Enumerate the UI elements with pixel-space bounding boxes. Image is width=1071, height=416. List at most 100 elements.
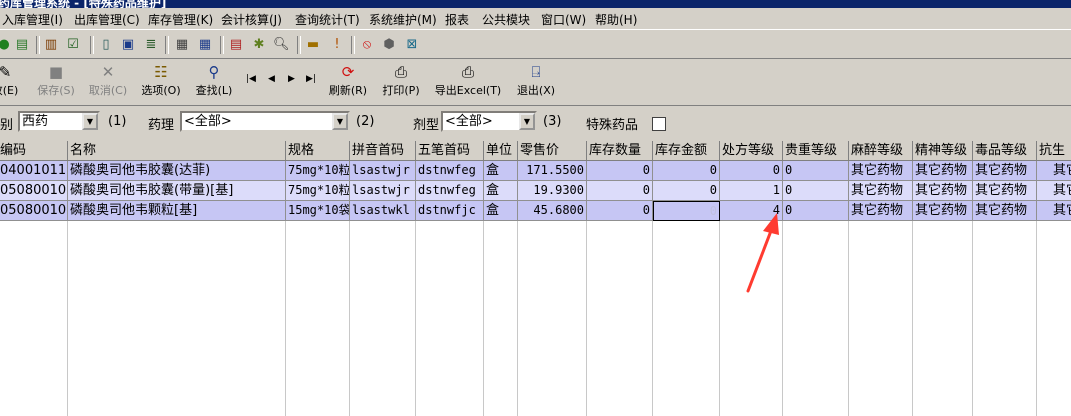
cell-antibiotic[interactable]: 其它 <box>1037 161 1071 181</box>
cell-toxic[interactable]: 其它药物 <box>973 201 1037 221</box>
cell-name[interactable]: 磷酸奥司他韦颗粒[基] <box>68 201 286 221</box>
cell-unit[interactable]: 盒 <box>484 181 518 201</box>
cell-antibiotic[interactable]: 其它 <box>1037 181 1071 201</box>
cell-stock-amount[interactable]: 0 <box>653 181 720 201</box>
cell-narcotic[interactable]: 其它药物 <box>849 201 913 221</box>
cell-spec[interactable]: 75mg*10粒 <box>286 161 350 181</box>
notebook-icon[interactable]: ▥ <box>43 37 59 53</box>
document-arrow-icon[interactable]: ▤ <box>14 37 30 53</box>
cancel-button[interactable]: ✕ 取消(C) <box>86 62 130 102</box>
cell-antibiotic[interactable]: 其它 <box>1037 201 1071 221</box>
form-icon[interactable]: ▣ <box>120 37 136 53</box>
cell-value-level[interactable]: 0 <box>783 201 849 221</box>
cell-stock-amount[interactable]: 0 <box>653 161 720 181</box>
next-record-icon[interactable]: ▶ <box>288 74 295 84</box>
cell-wubi[interactable]: dstnwfeg <box>416 181 484 201</box>
print-button[interactable]: ⎙ 打印(P) <box>379 62 423 102</box>
list-icon[interactable]: ≣ <box>143 37 159 53</box>
cell-stock-qty[interactable]: 0 <box>587 181 653 201</box>
save-button[interactable]: ■ 保存(S) <box>34 62 78 102</box>
col-header-psych[interactable]: 精神等级 <box>913 141 973 161</box>
thermometer-icon[interactable]: ! <box>329 37 345 53</box>
col-header-value-level[interactable]: 贵重等级 <box>783 141 849 161</box>
cell-rx-level[interactable]: 1 <box>720 181 783 201</box>
cell-stock-qty[interactable]: 0 <box>587 161 653 181</box>
first-record-icon[interactable]: |◀ <box>246 74 256 84</box>
report-icon[interactable]: ▦ <box>174 37 190 53</box>
prev-record-icon[interactable]: ◀ <box>268 74 275 84</box>
menu-query[interactable]: 查询统计(T) <box>295 11 360 28</box>
cell-name[interactable]: 磷酸奥司他韦胶囊(达菲) <box>68 161 286 181</box>
bug-icon[interactable]: ✱ <box>251 37 267 53</box>
menu-accounting[interactable]: 会计核算(J) <box>221 11 282 28</box>
green-circle-icon[interactable]: ● <box>0 37 12 53</box>
cell-pinyin[interactable]: lsastwkl <box>350 201 416 221</box>
close-box-icon[interactable]: ⊠ <box>404 37 420 53</box>
cell-price[interactable]: 45.6800 <box>518 201 587 221</box>
col-header-wubi[interactable]: 五笔首码 <box>416 141 484 161</box>
checkbox-icon[interactable]: ☑ <box>65 37 81 53</box>
menu-system[interactable]: 系统维护(M) <box>369 11 437 28</box>
refresh-button[interactable]: ⟳ 刷新(R) <box>326 62 370 102</box>
stop-icon[interactable]: ⦸ <box>359 37 375 53</box>
cell-price[interactable]: 19.9300 <box>518 181 587 201</box>
magnifier-icon[interactable]: 🔍︎ <box>273 37 290 53</box>
exit-button[interactable]: ⍈ 退出(X) <box>514 62 558 102</box>
col-header-unit[interactable]: 单位 <box>484 141 518 161</box>
cell-pinyin[interactable]: lsastwjr <box>350 181 416 201</box>
col-header-spec[interactable]: 规格 <box>286 141 350 161</box>
menu-inbound[interactable]: 入库管理(I) <box>2 11 63 28</box>
col-header-stock-qty[interactable]: 库存数量 <box>587 141 653 161</box>
col-header-antibiotic[interactable]: 抗生 <box>1037 141 1071 161</box>
cell-wubi[interactable]: dstnwfeg <box>416 161 484 181</box>
cell-value-level[interactable]: 0 <box>783 161 849 181</box>
cell-unit[interactable]: 盒 <box>484 161 518 181</box>
cell-spec[interactable]: 15mg*10袋 <box>286 201 350 221</box>
options-button[interactable]: ☷ 选项(O) <box>139 62 183 102</box>
calendar-icon[interactable]: ▤ <box>228 37 244 53</box>
cell-stock-amount-focused[interactable]: 0 <box>653 201 720 221</box>
folder-icon[interactable]: ▬ <box>305 37 321 53</box>
col-header-name[interactable]: 名称 <box>68 141 286 161</box>
menu-stock[interactable]: 库存管理(K) <box>148 11 213 28</box>
col-header-stock-amount[interactable]: 库存金额 <box>653 141 720 161</box>
cell-unit[interactable]: 盒 <box>484 201 518 221</box>
cell-code[interactable]: 050800101 <box>0 181 68 201</box>
cell-code[interactable]: 050800102 <box>0 201 68 221</box>
col-header-code[interactable]: 编码 <box>0 141 68 161</box>
category-select[interactable]: 西药 ▼ <box>18 111 100 132</box>
col-header-toxic[interactable]: 毒品等级 <box>973 141 1037 161</box>
find-button[interactable]: ⚲ 查找(L) <box>192 62 236 102</box>
dropdown-arrow-icon[interactable]: ▼ <box>332 113 348 130</box>
export-excel-button[interactable]: ⎙ 导出Excel(T) <box>431 62 505 102</box>
menu-outbound[interactable]: 出库管理(C) <box>74 11 140 28</box>
cell-spec[interactable]: 75mg*10粒 <box>286 181 350 201</box>
cell-narcotic[interactable]: 其它药物 <box>849 161 913 181</box>
last-record-icon[interactable]: ▶| <box>306 74 316 84</box>
clipboard-icon[interactable]: ▯ <box>98 37 114 53</box>
special-drug-checkbox[interactable] <box>652 117 666 131</box>
col-header-rx-level[interactable]: 处方等级 <box>720 141 783 161</box>
cell-value-level[interactable]: 0 <box>783 181 849 201</box>
menu-reports[interactable]: 报表 <box>445 11 469 28</box>
col-header-price[interactable]: 零售价 <box>518 141 587 161</box>
eraser-icon[interactable]: ⬢ <box>381 37 397 53</box>
dropdown-arrow-icon[interactable]: ▼ <box>519 113 535 130</box>
col-header-pinyin[interactable]: 拼音首码 <box>350 141 416 161</box>
menu-window[interactable]: 窗口(W) <box>541 11 586 28</box>
dropdown-arrow-icon[interactable]: ▼ <box>82 113 98 130</box>
cell-stock-qty[interactable]: 0 <box>587 201 653 221</box>
menu-help[interactable]: 帮助(H) <box>595 11 637 28</box>
cell-rx-level[interactable]: 0 <box>720 161 783 181</box>
dosage-select[interactable]: <全部> ▼ <box>441 111 537 132</box>
pharm-select[interactable]: <全部> ▼ <box>180 111 350 132</box>
cell-psych[interactable]: 其它药物 <box>913 201 973 221</box>
cell-name[interactable]: 磷酸奥司他韦胶囊(带量)[基] <box>68 181 286 201</box>
cell-code[interactable]: 04001011 <box>0 161 68 181</box>
col-header-narcotic[interactable]: 麻醉等级 <box>849 141 913 161</box>
cell-price[interactable]: 171.5500 <box>518 161 587 181</box>
cell-toxic[interactable]: 其它药物 <box>973 161 1037 181</box>
cell-wubi[interactable]: dstnwfjc <box>416 201 484 221</box>
edit-button[interactable]: ✎ 改(E) <box>0 62 20 102</box>
cell-psych[interactable]: 其它药物 <box>913 161 973 181</box>
